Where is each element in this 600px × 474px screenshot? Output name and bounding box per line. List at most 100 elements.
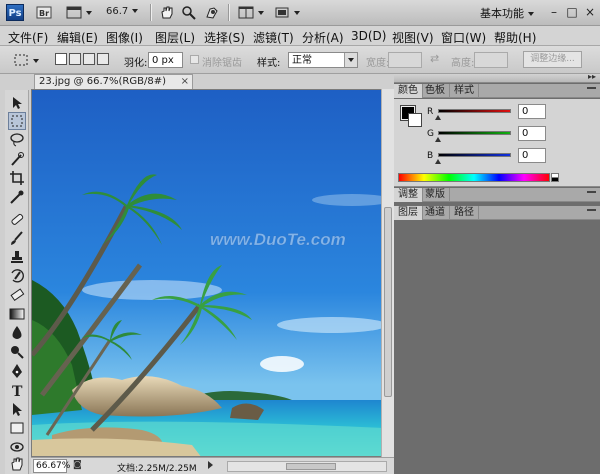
antialias-label: 消除锯齿 [202, 58, 242, 69]
new-selection-button[interactable] [55, 53, 67, 65]
refine-edge-button[interactable]: 调整边缘... [523, 51, 582, 68]
menu-image[interactable]: 图像(I) [106, 29, 143, 46]
horizontal-scrollbar[interactable] [227, 461, 387, 472]
bridge-button[interactable]: Br [34, 4, 54, 21]
lasso-tool[interactable] [8, 131, 26, 149]
panel-menu-icon[interactable] [587, 191, 596, 198]
tab-masks[interactable]: 蒙版 [421, 188, 450, 202]
tab-channels[interactable]: 通道 [421, 206, 450, 220]
tab-paths[interactable]: 路径 [450, 206, 479, 220]
menu-help[interactable]: 帮助(H) [494, 29, 536, 46]
menu-window[interactable]: 窗口(W) [441, 29, 486, 46]
width-input[interactable] [388, 52, 422, 68]
vertical-scroll-thumb[interactable] [384, 207, 392, 397]
panel-menu-icon[interactable] [587, 209, 596, 216]
status-menu-arrow-icon[interactable] [208, 461, 213, 469]
eyedropper-icon [10, 190, 24, 204]
intersect-selection-button[interactable] [97, 53, 109, 65]
arrange-documents-button[interactable] [236, 4, 266, 21]
screen-mode-button[interactable] [272, 4, 302, 21]
menu-analysis[interactable]: 分析(A) [302, 29, 344, 46]
red-slider[interactable] [438, 109, 511, 113]
zoom-tool-button[interactable] [180, 4, 198, 21]
status-zoom-input[interactable]: 66.67% [33, 459, 70, 473]
menu-filter[interactable]: 滤镜(T) [253, 29, 294, 46]
type-tool[interactable]: T [8, 381, 26, 399]
style-label: 样式: [257, 58, 281, 69]
path-select-tool[interactable] [8, 400, 26, 418]
history-brush-tool[interactable] [8, 267, 26, 285]
background-color-swatch[interactable] [408, 113, 422, 127]
menu-view[interactable]: 视图(V) [392, 29, 434, 46]
panel-collapse-strip[interactable]: ▸▸ [394, 72, 600, 83]
eraser-tool[interactable] [8, 286, 26, 304]
quick-select-tool[interactable] [8, 150, 26, 168]
brush-tool[interactable] [8, 229, 26, 247]
close-document-icon[interactable]: × [181, 75, 189, 89]
crop-tool[interactable] [8, 169, 26, 187]
zoom-level[interactable]: 66.7 [106, 6, 139, 17]
document-canvas[interactable]: www.DuoTe.com [31, 89, 382, 457]
antialias-checkbox[interactable] [190, 55, 199, 64]
panel-menu-icon[interactable] [587, 87, 596, 94]
tab-swatches[interactable]: 色板 [421, 84, 450, 98]
feather-input[interactable]: 0 px [148, 52, 183, 68]
type-icon: T [12, 384, 23, 399]
clone-stamp-icon [11, 251, 23, 263]
maximize-button[interactable]: □ [565, 4, 579, 20]
tool-preset-picker[interactable] [12, 52, 42, 69]
pen-icon [12, 364, 22, 378]
marquee-tool[interactable] [8, 112, 26, 130]
green-value-input[interactable]: 0 [518, 126, 546, 141]
swap-dimensions-icon[interactable]: ⇄ [430, 52, 439, 65]
view-extras-button[interactable] [64, 4, 94, 21]
dodge-tool[interactable] [8, 343, 26, 361]
blue-value-input[interactable]: 0 [518, 148, 546, 163]
hand-tool[interactable] [8, 455, 26, 473]
add-to-selection-button[interactable] [69, 53, 81, 65]
shape-tool[interactable] [8, 419, 26, 437]
status-info-icon[interactable]: ◙ [73, 460, 82, 470]
menu-layer[interactable]: 图层(L) [155, 29, 195, 46]
color-spectrum-ramp[interactable] [398, 173, 550, 182]
close-button[interactable]: × [583, 4, 597, 20]
clone-stamp-tool[interactable] [8, 248, 26, 266]
document-tab[interactable]: 23.jpg @ 66.7%(RGB/8#) × [34, 74, 193, 89]
pen-tool[interactable] [8, 362, 26, 380]
style-select[interactable]: 正常 [288, 52, 358, 68]
separator [228, 4, 229, 21]
minimize-button[interactable]: – [547, 4, 561, 20]
black-white-ramp[interactable] [551, 173, 559, 182]
rotate-view-button[interactable] [203, 4, 221, 21]
blue-slider[interactable] [438, 153, 511, 157]
red-slider-knob[interactable] [435, 115, 441, 120]
3d-rotate-tool[interactable] [8, 438, 26, 456]
tab-color[interactable]: 颜色 [394, 84, 423, 98]
menu-edit[interactable]: 编辑(E) [57, 29, 98, 46]
vertical-scrollbar[interactable] [381, 89, 394, 457]
menu-select[interactable]: 选择(S) [204, 29, 245, 46]
collapse-panels-icon[interactable]: ▸▸ [588, 72, 596, 81]
eyedropper-tool[interactable] [8, 188, 26, 206]
height-input[interactable] [474, 52, 508, 68]
blur-tool[interactable] [8, 324, 26, 342]
tab-adjustments[interactable]: 调整 [394, 188, 423, 202]
red-value-input[interactable]: 0 [518, 104, 546, 119]
healing-brush-tool[interactable] [8, 210, 26, 228]
move-icon [13, 97, 22, 109]
subtract-from-selection-button[interactable] [83, 53, 95, 65]
horizontal-scroll-thumb[interactable] [286, 463, 336, 470]
gradient-tool[interactable] [8, 305, 26, 323]
tab-styles[interactable]: 样式 [450, 84, 479, 98]
hand-tool-button[interactable] [158, 4, 176, 21]
document-title: 23.jpg @ 66.7%(RGB/8#) [39, 76, 166, 87]
blue-slider-knob[interactable] [435, 159, 441, 164]
menu-3d[interactable]: 3D(D) [351, 29, 386, 43]
workspace-switcher[interactable]: 基本功能 [480, 5, 534, 21]
menu-file[interactable]: 文件(F) [8, 29, 48, 46]
move-tool[interactable] [8, 94, 26, 112]
tab-layers[interactable]: 图层 [394, 206, 423, 220]
layers-panel-body [394, 221, 600, 474]
green-slider-knob[interactable] [435, 137, 441, 142]
green-slider[interactable] [438, 131, 511, 135]
